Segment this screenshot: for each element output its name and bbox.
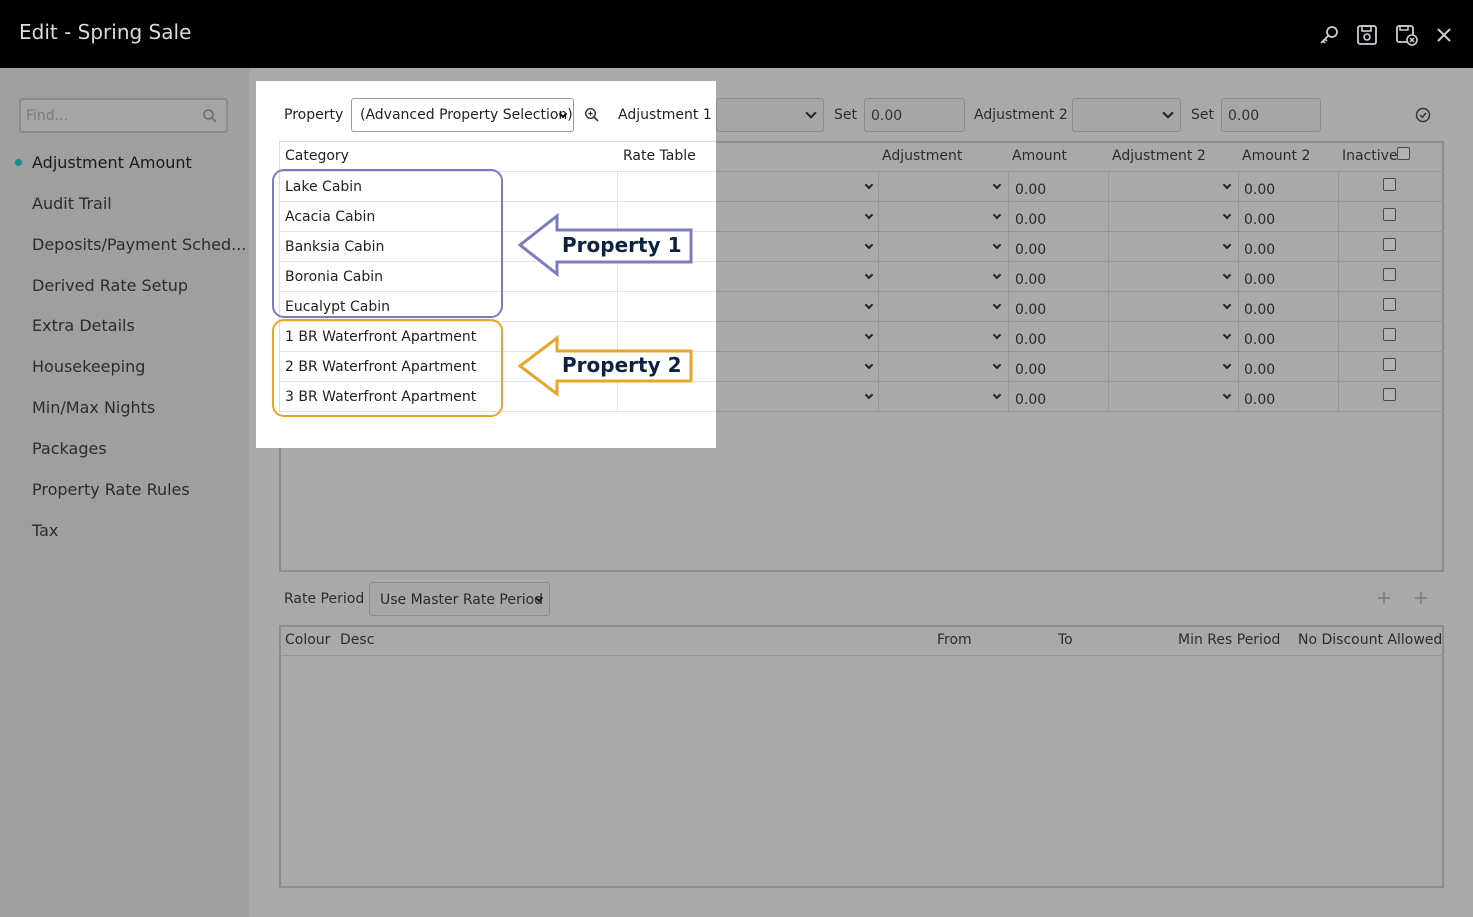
sidebar-item-housekeeping[interactable]: Housekeeping bbox=[32, 357, 145, 376]
find-box[interactable] bbox=[19, 98, 228, 133]
amount-cell[interactable]: 0.00 bbox=[1015, 242, 1046, 258]
amount-cell[interactable]: 0.00 bbox=[1015, 332, 1046, 348]
property-label: Property bbox=[284, 107, 344, 123]
amount2-cell[interactable]: 0.00 bbox=[1244, 182, 1275, 198]
sidebar-item-min-max-nights[interactable]: Min/Max Nights bbox=[32, 398, 155, 417]
inactive-checkbox[interactable] bbox=[1383, 358, 1396, 371]
header-amount: Amount bbox=[1012, 148, 1068, 164]
search-icon[interactable] bbox=[202, 108, 218, 124]
header-desc: Desc bbox=[340, 632, 375, 648]
amount-cell[interactable]: 0.00 bbox=[1015, 302, 1046, 318]
sidebar-item-property-rate-rules[interactable]: Property Rate Rules bbox=[32, 480, 190, 499]
set1-input[interactable]: 0.00 bbox=[864, 98, 965, 132]
inactive-checkbox[interactable] bbox=[1383, 208, 1396, 221]
amount-cell[interactable]: 0.00 bbox=[1015, 182, 1046, 198]
amount2-cell[interactable]: 0.00 bbox=[1244, 272, 1275, 288]
sidebar-item-extra-details[interactable]: Extra Details bbox=[32, 316, 135, 335]
amount2-cell[interactable]: 0.00 bbox=[1244, 242, 1275, 258]
active-indicator bbox=[15, 159, 22, 166]
title-bar: Edit - Spring Sale bbox=[0, 0, 1473, 68]
inactive-checkbox[interactable] bbox=[1383, 298, 1396, 311]
adjustment1-label: Adjustment 1 bbox=[618, 107, 712, 123]
header-inactive: Inactive bbox=[1342, 148, 1398, 164]
sidebar-item-adjustment-amount[interactable]: Adjustment Amount bbox=[32, 153, 192, 172]
sidebar-item-deposits[interactable]: Deposits/Payment Sched... bbox=[32, 235, 246, 254]
grid-column-divider bbox=[1238, 172, 1239, 412]
adjustment2-label: Adjustment 2 bbox=[974, 107, 1068, 123]
amount2-cell[interactable]: 0.00 bbox=[1244, 392, 1275, 408]
rate-period-grid bbox=[279, 625, 1444, 888]
property1-callout: Property 1 bbox=[562, 233, 682, 257]
property2-group-outline bbox=[272, 319, 503, 417]
set2-label: Set bbox=[1191, 107, 1214, 123]
inactive-checkbox[interactable] bbox=[1383, 178, 1396, 191]
save-icon[interactable] bbox=[1355, 23, 1379, 47]
header-rate-table: Rate Table bbox=[623, 148, 696, 164]
rate-period-header-divider bbox=[279, 655, 1444, 656]
amount-cell[interactable]: 0.00 bbox=[1015, 392, 1046, 408]
adjustment2-select[interactable] bbox=[1072, 98, 1181, 132]
header-amount2: Amount 2 bbox=[1242, 148, 1311, 164]
rate-period-value: Use Master Rate Period bbox=[380, 592, 544, 608]
zoom-in-icon[interactable] bbox=[584, 107, 600, 123]
inactive-checkbox[interactable] bbox=[1383, 268, 1396, 281]
header-adjustment2: Adjustment 2 bbox=[1112, 148, 1206, 164]
set1-label: Set bbox=[834, 107, 857, 123]
amount2-cell[interactable]: 0.00 bbox=[1244, 212, 1275, 228]
apply-check-icon[interactable] bbox=[1415, 107, 1431, 123]
amount2-cell[interactable]: 0.00 bbox=[1244, 362, 1275, 378]
chevron-down-icon bbox=[1162, 107, 1174, 119]
grid-column-divider bbox=[878, 172, 879, 412]
header-no-discount: No Discount Allowed bbox=[1298, 632, 1443, 648]
set2-input[interactable]: 0.00 bbox=[1221, 98, 1321, 132]
rate-period-label: Rate Period bbox=[284, 591, 365, 607]
header-adjustment: Adjustment bbox=[882, 148, 963, 164]
rate-period-select[interactable]: Use Master Rate Period bbox=[369, 582, 550, 616]
inactive-all-checkbox[interactable] bbox=[1397, 147, 1410, 160]
window-title: Edit - Spring Sale bbox=[19, 20, 192, 44]
amount-cell[interactable]: 0.00 bbox=[1015, 212, 1046, 228]
key-icon[interactable] bbox=[1317, 23, 1341, 47]
sidebar-item-derived-rate[interactable]: Derived Rate Setup bbox=[32, 276, 188, 295]
save-close-icon[interactable] bbox=[1395, 23, 1419, 47]
header-category: Category bbox=[285, 148, 349, 164]
amount-cell[interactable]: 0.00 bbox=[1015, 272, 1046, 288]
property2-callout: Property 2 bbox=[562, 353, 682, 377]
sidebar-item-packages[interactable]: Packages bbox=[32, 439, 107, 458]
header-colour: Colour bbox=[285, 632, 331, 648]
header-min-res-period: Min Res Period bbox=[1178, 632, 1281, 648]
header-to: To bbox=[1058, 632, 1073, 648]
adjustment1-select[interactable] bbox=[716, 98, 824, 132]
inactive-checkbox[interactable] bbox=[1383, 388, 1396, 401]
chevron-down-icon bbox=[805, 107, 817, 119]
amount2-cell[interactable]: 0.00 bbox=[1244, 332, 1275, 348]
find-input[interactable] bbox=[21, 100, 191, 131]
grid-column-divider bbox=[1338, 172, 1339, 412]
property-select-value: (Advanced Property Selection) bbox=[360, 107, 573, 123]
sidebar-item-audit-trail[interactable]: Audit Trail bbox=[32, 194, 112, 213]
add-icon[interactable] bbox=[1377, 591, 1391, 605]
close-icon[interactable] bbox=[1432, 23, 1456, 47]
amount-cell[interactable]: 0.00 bbox=[1015, 362, 1046, 378]
amount2-cell[interactable]: 0.00 bbox=[1244, 302, 1275, 318]
property1-group-outline bbox=[272, 169, 503, 318]
inactive-checkbox[interactable] bbox=[1383, 238, 1396, 251]
grid-column-divider bbox=[1008, 172, 1009, 412]
grid-column-divider bbox=[1108, 172, 1109, 412]
inactive-checkbox[interactable] bbox=[1383, 328, 1396, 341]
property-select[interactable]: (Advanced Property Selection) bbox=[351, 98, 574, 132]
header-from: From bbox=[937, 632, 972, 648]
add-period-icon[interactable] bbox=[1414, 591, 1428, 605]
sidebar-item-tax[interactable]: Tax bbox=[32, 521, 58, 540]
